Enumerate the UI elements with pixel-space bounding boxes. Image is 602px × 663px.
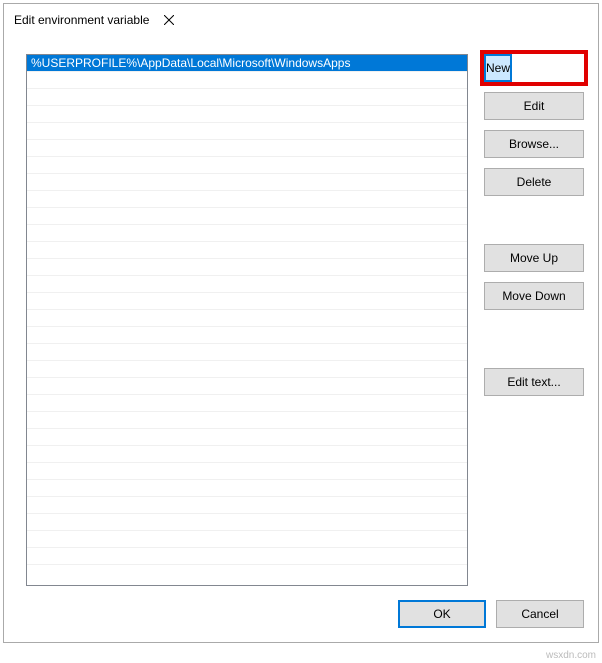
edit-button[interactable]: Edit <box>484 92 584 120</box>
spacer <box>484 320 584 368</box>
list-item[interactable] <box>27 89 467 106</box>
list-item[interactable] <box>27 106 467 123</box>
move-down-button[interactable]: Move Down <box>484 282 584 310</box>
browse-button[interactable]: Browse... <box>484 130 584 158</box>
list-item[interactable] <box>27 276 467 293</box>
dialog-footer: OK Cancel <box>4 586 598 642</box>
close-button[interactable] <box>149 6 189 34</box>
new-button[interactable]: New <box>484 54 512 82</box>
list-item[interactable] <box>27 395 467 412</box>
titlebar: Edit environment variable <box>4 4 598 36</box>
list-item[interactable] <box>27 72 467 89</box>
list-item[interactable] <box>27 463 467 480</box>
list-item[interactable] <box>27 344 467 361</box>
list-item[interactable] <box>27 123 467 140</box>
spacer <box>484 206 584 244</box>
list-item[interactable] <box>27 514 467 531</box>
dialog-title: Edit environment variable <box>14 13 149 27</box>
path-listbox[interactable]: %USERPROFILE%\AppData\Local\Microsoft\Wi… <box>26 54 468 586</box>
list-item[interactable] <box>27 378 467 395</box>
list-item[interactable] <box>27 191 467 208</box>
list-item[interactable] <box>27 548 467 565</box>
list-item[interactable]: %USERPROFILE%\AppData\Local\Microsoft\Wi… <box>27 55 467 72</box>
edit-text-button[interactable]: Edit text... <box>484 368 584 396</box>
list-item[interactable] <box>27 361 467 378</box>
dialog-body: %USERPROFILE%\AppData\Local\Microsoft\Wi… <box>4 36 598 586</box>
list-item[interactable] <box>27 327 467 344</box>
list-item[interactable] <box>27 412 467 429</box>
list-item[interactable] <box>27 293 467 310</box>
list-item[interactable] <box>27 429 467 446</box>
delete-button[interactable]: Delete <box>484 168 584 196</box>
list-item[interactable] <box>27 157 467 174</box>
list-item[interactable] <box>27 259 467 276</box>
list-item[interactable] <box>27 480 467 497</box>
watermark: wsxdn.com <box>546 650 596 661</box>
list-item[interactable] <box>27 140 467 157</box>
list-item[interactable] <box>27 497 467 514</box>
side-button-column: New Edit Browse... Delete Move Up Move D… <box>484 54 584 586</box>
highlight-box: New <box>480 50 588 86</box>
list-item[interactable] <box>27 208 467 225</box>
list-item[interactable] <box>27 531 467 548</box>
cancel-button[interactable]: Cancel <box>496 600 584 628</box>
move-up-button[interactable]: Move Up <box>484 244 584 272</box>
list-item[interactable] <box>27 310 467 327</box>
list-item[interactable] <box>27 174 467 191</box>
edit-env-dialog: Edit environment variable %USERPROFILE%\… <box>3 3 599 643</box>
close-icon <box>164 15 174 25</box>
list-item[interactable] <box>27 225 467 242</box>
list-item[interactable] <box>27 242 467 259</box>
ok-button[interactable]: OK <box>398 600 486 628</box>
list-item[interactable] <box>27 446 467 463</box>
